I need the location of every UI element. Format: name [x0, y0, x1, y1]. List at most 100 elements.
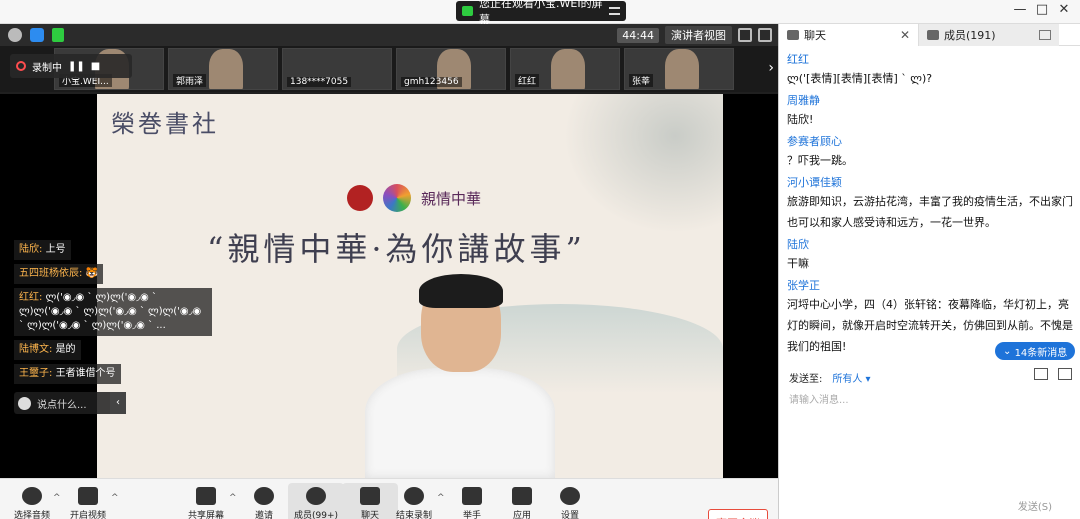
overlay-chat-text: 是的	[55, 344, 76, 355]
seal-icon	[347, 185, 373, 211]
screenshot-icon[interactable]	[1058, 368, 1072, 380]
close-button[interactable]: ✕	[1054, 2, 1074, 17]
tab-chat-label: 聊天	[804, 29, 826, 42]
menu-icon[interactable]	[608, 7, 620, 15]
participant-name: 郭雨泽	[173, 74, 207, 87]
folder-icon[interactable]	[1034, 368, 1048, 380]
background-decoration	[563, 94, 723, 234]
message-text: ლ('[表情][表情][表情] ` ლ)?	[787, 72, 933, 85]
message-sender[interactable]: 陆欣	[787, 237, 1073, 253]
message-text: 干嘛	[787, 257, 809, 270]
settings-button[interactable]: 设置	[542, 483, 598, 519]
end-record-button[interactable]: 结束录制	[386, 483, 442, 519]
share-banner[interactable]: 您正在观看小宝.WEI的屏幕	[456, 0, 626, 26]
overlay-chat-text: 上号	[45, 244, 66, 255]
share-banner-text: 您正在观看小宝.WEI的屏幕	[479, 0, 603, 26]
chat-icon	[360, 487, 380, 505]
chevron-right-icon[interactable]: ›	[768, 60, 774, 76]
send-to-dropdown[interactable]: 所有人 ▾	[832, 370, 870, 385]
video-button[interactable]: 开启视频	[60, 483, 116, 519]
overlay-chat-name: 红红:	[19, 292, 43, 303]
share-screen-button[interactable]: 共享屏幕	[178, 483, 234, 519]
send-to-label: 发送至:	[789, 374, 823, 385]
gear-icon	[560, 487, 580, 505]
flower-logo-icon	[383, 184, 411, 212]
raise-hand-label: 举手	[462, 511, 481, 519]
participant-video	[551, 49, 585, 89]
message-sender[interactable]: 参赛者顾心	[787, 134, 1073, 150]
fullscreen-icon[interactable]	[738, 28, 752, 42]
message-sender[interactable]: 周雅静	[787, 93, 1073, 109]
participant-name: 张莘	[629, 74, 654, 87]
event-slogan: “親情中華·為你講故事”	[207, 230, 586, 268]
overlay-chat-name: 五四班杨依辰:	[19, 268, 83, 279]
users-icon	[306, 487, 326, 505]
chat-label: 聊天	[360, 511, 379, 519]
speaker-view-button[interactable]: 演讲者视图	[665, 26, 732, 44]
invite-button[interactable]: 邀请	[236, 483, 292, 519]
message-sender[interactable]: 河小谭佳颖	[787, 175, 1073, 191]
chevron-up-icon[interactable]: ^	[111, 493, 119, 503]
participant-thumb[interactable]: 138****7055	[282, 48, 392, 90]
chat-input[interactable]: 请输入消息...	[789, 391, 849, 406]
participant-thumb[interactable]: 张莘	[624, 48, 734, 90]
participant-video	[209, 49, 243, 89]
participant-thumb[interactable]: 红红	[510, 48, 620, 90]
speaker-hair	[419, 274, 503, 308]
apps-label: 应用	[512, 511, 531, 519]
pause-icon[interactable]: ❚❚	[68, 61, 85, 72]
chat-message-list[interactable]: 红红 ლ('[表情][表情][表情] ` ლ)? 周雅静 陆欣! 参赛者顾心 ？…	[779, 48, 1080, 384]
minimize-button[interactable]: —	[1010, 2, 1030, 17]
overlay-chat-name: 陆博文:	[19, 344, 53, 355]
overlay-chat-line: 五四班杨依辰: 🐯	[14, 264, 104, 284]
view-controls: 44:44 演讲者视图	[617, 26, 772, 44]
meeting-toolbar: 选择音频 ^ 开启视频 ^ 共享屏幕 ^ 邀请 成员(99+) 聊天 结束录制 …	[0, 478, 778, 519]
participant-video	[665, 49, 699, 89]
signal-icon[interactable]	[52, 28, 64, 42]
overlay-input-placeholder: 说点什么...	[37, 399, 87, 411]
overlay-chat-input[interactable]: 说点什么... ‹	[14, 392, 126, 414]
send-button[interactable]: 发送(S)	[1018, 498, 1052, 513]
overlay-chat-line: 红红: ლ('◉◞◉ ` ლ)ლ('◉◞◉ ` ლ)ლ('◉◞◉ ` ლ)ლ('…	[14, 288, 212, 336]
shield-icon[interactable]	[30, 28, 44, 42]
leave-meeting-button[interactable]: 离开会议	[708, 509, 768, 519]
raise-hand-button[interactable]: 举手	[444, 483, 500, 519]
tab-chat[interactable]: 聊天 ✕	[779, 24, 919, 46]
record-stop-icon	[404, 487, 424, 505]
meeting-app: 您正在观看小宝.WEI的屏幕 — □ ✕ 44:44 演讲者视图 小宝.WEI.…	[0, 0, 1080, 519]
stop-icon[interactable]: ■	[91, 61, 100, 72]
maximize-button[interactable]: □	[1032, 2, 1052, 17]
new-messages-badge[interactable]: ⌄ 14条新消息	[995, 342, 1076, 360]
meeting-top-bar: 44:44 演讲者视图	[0, 24, 778, 46]
panel-tabs: 聊天 ✕ 成员(191)	[779, 24, 1080, 46]
message-sender[interactable]: 张学正	[787, 278, 1073, 294]
tab-members[interactable]: 成员(191)	[919, 24, 1059, 46]
info-icon[interactable]	[8, 28, 22, 42]
video-off-icon	[78, 487, 98, 505]
participant-thumb[interactable]: 郭雨泽	[168, 48, 278, 90]
headphones-icon	[22, 487, 42, 505]
popout-icon[interactable]	[1039, 30, 1051, 40]
event-logo: 親情中華	[347, 184, 481, 212]
chat-tools	[1034, 368, 1072, 380]
calligraphy-title: 榮巻書社	[111, 110, 219, 138]
collapse-chevron-icon[interactable]: ‹	[110, 392, 126, 414]
emoji-icon[interactable]	[18, 396, 31, 410]
speaker-figure	[365, 274, 555, 478]
end-record-label: 结束录制	[395, 511, 432, 519]
overlay-chat-line: 陆博文: 是的	[14, 340, 81, 360]
video-letterbox-right	[723, 94, 778, 478]
close-icon[interactable]: ✕	[900, 28, 910, 42]
members-button[interactable]: 成员(99+)	[288, 483, 344, 519]
participant-thumb[interactable]: gmh123456	[396, 48, 506, 90]
message-text: 陆欣!	[787, 113, 814, 126]
layout-icon[interactable]	[758, 28, 772, 42]
audio-button[interactable]: 选择音频	[4, 483, 60, 519]
overlay-chat-line: 王璽子: 王者谁借个号	[14, 364, 121, 384]
message-sender[interactable]: 红红	[787, 52, 1073, 68]
settings-label: 设置	[560, 511, 579, 519]
recording-indicator[interactable]: 录制中 ❚❚ ■	[10, 54, 132, 78]
send-to-row: 发送至: 所有人 ▾	[789, 370, 871, 385]
apps-grid-icon	[512, 487, 532, 505]
hand-icon	[462, 487, 482, 505]
